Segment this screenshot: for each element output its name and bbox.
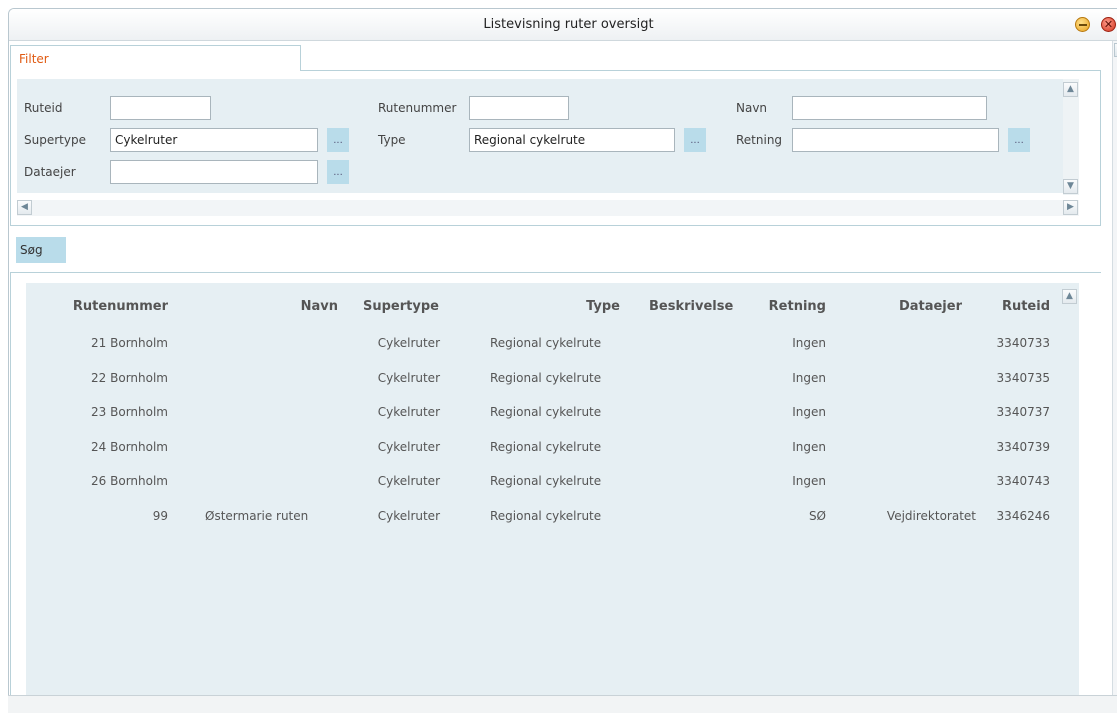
minimize-icon[interactable] [1075, 17, 1090, 32]
cell-type: Regional cykelrute [490, 371, 602, 385]
filter-vertical-scrollbar[interactable]: ▲ ▼ [1063, 79, 1079, 195]
cell-ruteid: 3340735 [996, 371, 1050, 385]
cell-retning: Ingen [792, 405, 826, 419]
cell-supertype: Cykelruter [377, 405, 440, 419]
cell-navn: Østermarie ruten [205, 509, 309, 523]
status-bar [8, 695, 1117, 713]
filter-horizontal-scrollbar[interactable]: ◀ ▶ [17, 200, 1079, 216]
rutenummer-label: Rutenummer [378, 101, 457, 115]
cell-ruteid: 3346246 [996, 509, 1050, 523]
cell-rutenummer: 21 Bornholm [91, 336, 168, 350]
search-button[interactable]: Søg [16, 237, 66, 263]
close-icon[interactable]: ✕ [1101, 17, 1116, 32]
navn-label: Navn [736, 101, 768, 115]
cell-ruteid: 3340743 [996, 474, 1050, 488]
cell-supertype: Cykelruter [377, 371, 440, 385]
retning-picker-button[interactable]: ... [1008, 128, 1030, 152]
ruteid-label: Ruteid [24, 101, 63, 115]
cell-retning: Ingen [792, 474, 826, 488]
dataejer-picker-button[interactable]: ... [327, 160, 349, 184]
cell-rutenummer: 23 Bornholm [91, 405, 168, 419]
cell-rutenummer: 99 [152, 509, 168, 523]
chevron-right-icon[interactable]: ▶ [1063, 200, 1078, 215]
dataejer-label: Dataejer [24, 165, 76, 179]
cell-type: Regional cykelrute [490, 405, 602, 419]
cell-supertype: Cykelruter [377, 440, 440, 454]
chevron-down-icon[interactable]: ▼ [1063, 179, 1078, 194]
window-title: Listevisning ruter oversigt [483, 17, 654, 32]
cell-type: Regional cykelrute [490, 336, 602, 350]
tab-filter[interactable]: Filter [10, 45, 301, 71]
type-picker-button[interactable]: ... [684, 128, 706, 152]
cell-supertype: Cykelruter [377, 509, 440, 523]
ruteid-input[interactable] [110, 96, 211, 120]
window-titlebar[interactable]: Listevisning ruter oversigt ✕ [9, 9, 1117, 41]
cell-ruteid: 3340737 [996, 405, 1050, 419]
cell-retning: Ingen [792, 440, 826, 454]
cell-retning: Ingen [792, 336, 826, 350]
column-header-navn[interactable]: Navn [220, 299, 338, 314]
cell-rutenummer: 26 Bornholm [91, 474, 168, 488]
chevron-up-icon[interactable]: ▲ [1063, 82, 1078, 97]
cell-type: Regional cykelrute [490, 509, 602, 523]
supertype-picker-button[interactable]: ... [327, 128, 349, 152]
chevron-up-icon[interactable]: ▲ [1062, 289, 1077, 304]
supertype-input[interactable] [110, 128, 318, 152]
cell-rutenummer: 22 Bornholm [91, 371, 168, 385]
cell-ruteid: 3340739 [996, 440, 1050, 454]
cell-rutenummer: 24 Bornholm [91, 440, 168, 454]
cell-ruteid: 3340733 [996, 336, 1050, 350]
cell-retning: SØ [808, 509, 826, 523]
cell-type: Regional cykelrute [490, 474, 602, 488]
retning-label: Retning [736, 133, 783, 147]
column-header-ruteid[interactable]: Ruteid [980, 299, 1050, 314]
column-header-rutenummer[interactable]: Rutenummer [48, 299, 168, 314]
column-header-type[interactable]: Type [488, 299, 620, 314]
window-vertical-scrollbar[interactable]: ▲ ▼ [1112, 41, 1117, 713]
supertype-label: Supertype [24, 133, 86, 147]
cell-type: Regional cykelrute [490, 440, 602, 454]
cell-supertype: Cykelruter [377, 474, 440, 488]
cell-supertype: Cykelruter [377, 336, 440, 350]
column-header-supertype[interactable]: Supertype [363, 299, 439, 314]
navn-input[interactable] [792, 96, 987, 120]
cell-dataejer: Vejdirektoratet [886, 509, 976, 523]
type-input[interactable] [469, 128, 675, 152]
chevron-left-icon[interactable]: ◀ [17, 200, 32, 215]
type-label: Type [378, 133, 406, 147]
column-header-dataejer[interactable]: Dataejer [858, 299, 962, 314]
dataejer-input[interactable] [110, 160, 318, 184]
column-header-retning[interactable]: Retning [750, 299, 826, 314]
rutenummer-input[interactable] [469, 96, 569, 120]
results-vertical-scrollbar[interactable]: ▲ [1061, 283, 1079, 695]
cell-retning: Ingen [792, 371, 826, 385]
column-header-beskrivelse[interactable]: Beskrivelse [649, 299, 733, 314]
retning-input[interactable] [792, 128, 999, 152]
